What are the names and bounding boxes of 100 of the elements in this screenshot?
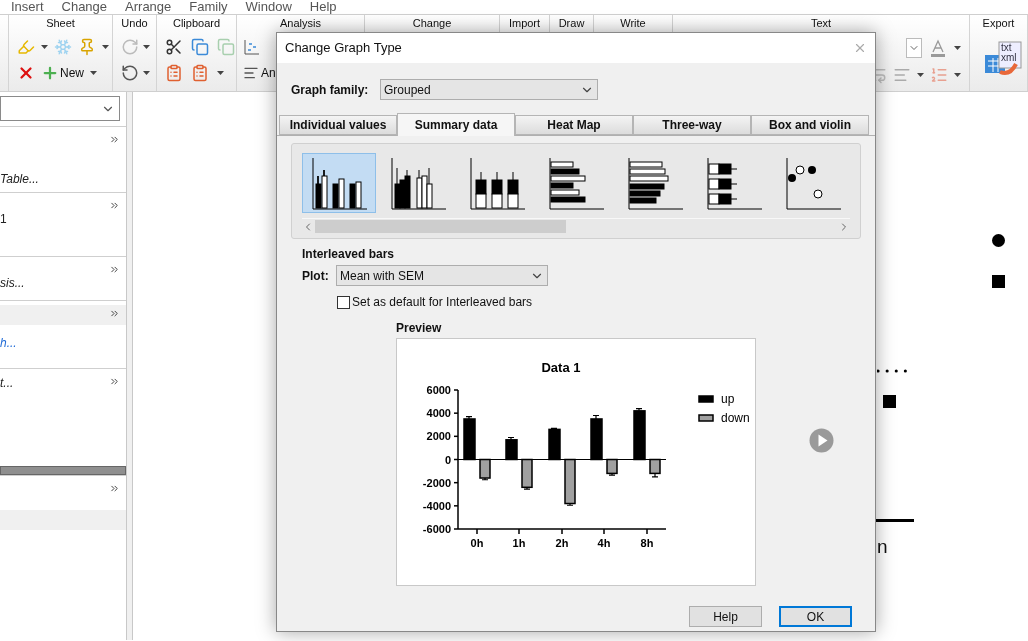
graph-type-icon	[310, 156, 368, 210]
x-tick-label: 4h	[597, 537, 611, 549]
tab[interactable]: Summary data	[397, 113, 515, 136]
graph-type-icon	[468, 156, 526, 210]
file-type-label: txt	[1001, 43, 1013, 53]
navigator-item[interactable]: 1	[0, 209, 126, 229]
field-label: Plot:	[302, 267, 330, 285]
caret-icon[interactable]	[954, 46, 961, 50]
dotted-line	[877, 369, 907, 373]
navigator-item[interactable]: Table...	[0, 169, 126, 189]
ribbon-group-label: Write	[619, 16, 647, 30]
graph-type-icon	[547, 156, 605, 210]
field-label: Graph family:	[291, 81, 370, 99]
ribbon-group-label: Export	[981, 16, 1016, 30]
dialog-button[interactable]: OK	[779, 606, 852, 627]
section-title: Interleaved bars	[302, 246, 396, 262]
x-tick-label: 8h	[640, 537, 654, 549]
expand-icon[interactable]	[109, 134, 120, 145]
chart-title: Data 1	[541, 360, 581, 375]
square-marker	[992, 275, 1005, 288]
scatter-chart-icon[interactable]	[243, 38, 261, 56]
navigator-dropdown[interactable]	[0, 96, 120, 121]
undo-icon[interactable]	[121, 64, 139, 82]
y-tick-label: 6000	[426, 384, 451, 396]
axis-title: n	[877, 536, 888, 558]
checkbox[interactable]	[337, 295, 350, 309]
dialog-title: Change Graph Type	[285, 39, 402, 58]
file-type-label: xml	[1001, 53, 1017, 63]
caret-icon[interactable]	[143, 71, 150, 75]
legend-label: down	[721, 411, 750, 425]
x-tick-label: 2h	[555, 537, 569, 549]
caret-icon[interactable]	[143, 45, 150, 49]
clipboard-icon[interactable]	[165, 64, 183, 82]
x-tick-label: 1h	[512, 537, 526, 549]
error-bar	[608, 472, 616, 476]
y-tick-label: 4000	[426, 407, 451, 420]
error-bar	[523, 486, 531, 490]
expand-icon[interactable]	[109, 483, 120, 494]
tab[interactable]: Heat Map	[515, 115, 633, 135]
expand-icon[interactable]	[109, 264, 120, 275]
caret-icon[interactable]	[90, 71, 97, 75]
legend-swatch	[698, 414, 714, 422]
graph-type-icon	[389, 156, 447, 210]
font-color-icon[interactable]	[930, 39, 946, 57]
ribbon-group-label: Sheet	[45, 16, 76, 30]
ribbon-group-label: Undo	[120, 16, 149, 30]
caret-icon[interactable]	[217, 71, 224, 75]
graph-type-icon	[784, 156, 842, 210]
ribbon-group-label: Draw	[557, 16, 586, 30]
error-bar	[592, 414, 600, 420]
checkbox-label[interactable]: Set as default for Interleaved bars	[352, 293, 533, 311]
menu-item[interactable]: Help	[309, 0, 337, 14]
ribbon-group-label: Import	[507, 16, 542, 30]
scrollbar[interactable]	[0, 466, 126, 475]
plus-icon	[41, 64, 59, 82]
copy-icon[interactable]	[191, 38, 209, 56]
menu-item[interactable]: Arrange	[125, 0, 172, 14]
tab[interactable]: Three-way	[633, 115, 751, 135]
y-tick-label: -6000	[422, 523, 451, 535]
legend-label: up	[721, 392, 735, 406]
graph-family-dropdown[interactable]: Grouped	[380, 79, 598, 100]
error-bar	[651, 472, 659, 478]
navigator-item[interactable]: t...	[0, 373, 126, 393]
graph-type-option[interactable]	[302, 153, 376, 213]
menu-item[interactable]: Insert	[11, 0, 44, 14]
expand-icon[interactable]	[109, 376, 120, 387]
plot-dropdown[interactable]: Mean with SEM	[336, 265, 548, 286]
document-icon	[243, 65, 259, 81]
graph-type-icon	[705, 156, 763, 210]
clipboard-icon[interactable]	[191, 64, 209, 82]
caret-icon[interactable]	[954, 73, 961, 77]
axis-line	[876, 519, 914, 522]
scissors-icon[interactable]	[165, 38, 183, 56]
preview-label: Preview	[396, 320, 443, 336]
navigator-item[interactable]: sis...	[0, 273, 126, 293]
error-bar	[550, 427, 558, 430]
ribbon-group-label: Analysis	[279, 16, 322, 30]
scrollbar-thumb[interactable]	[315, 220, 566, 233]
tab[interactable]: Individual values	[279, 115, 397, 135]
caret-icon[interactable]	[41, 45, 48, 49]
caret-icon[interactable]	[917, 73, 924, 77]
menu-item[interactable]: Change	[61, 0, 108, 14]
tab[interactable]: Box and violin	[751, 115, 869, 135]
navigator-item[interactable]: h...	[0, 333, 126, 353]
menu-item[interactable]: Family	[189, 0, 228, 14]
graph-type-icon	[626, 156, 684, 210]
new-button[interactable]: New	[41, 64, 84, 82]
expand-icon[interactable]	[109, 308, 120, 319]
ribbon-group-label: Clipboard	[171, 16, 222, 30]
analyze-button[interactable]: An	[243, 64, 364, 82]
legend-swatch	[698, 395, 714, 403]
y-tick-label: -2000	[422, 476, 451, 489]
dialog-button[interactable]: Help	[689, 606, 762, 627]
play-icon[interactable]	[809, 427, 834, 453]
delete-icon[interactable]	[17, 64, 35, 82]
y-tick-label: 0	[444, 453, 451, 466]
menu-item[interactable]: Window	[245, 0, 292, 14]
expand-icon[interactable]	[109, 200, 120, 211]
y-tick-label: 2000	[426, 430, 451, 443]
caret-icon[interactable]	[102, 45, 109, 49]
